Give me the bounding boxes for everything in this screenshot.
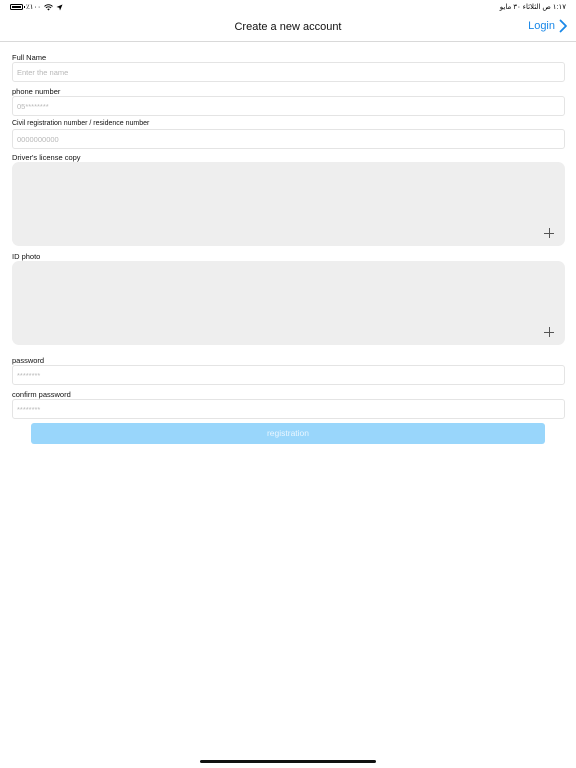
nav-bar: Create a new account Login xyxy=(0,14,576,42)
license-copy-upload[interactable] xyxy=(12,162,565,246)
home-indicator xyxy=(200,760,376,763)
plus-icon xyxy=(544,228,554,238)
phone-label: phone number xyxy=(12,87,61,96)
full-name-input[interactable] xyxy=(12,62,565,82)
status-bar: ٪١٠٠ ١:١٧ ص الثلاثاء ٣٠ مايو xyxy=(0,0,576,14)
confirm-password-label: confirm password xyxy=(12,390,71,399)
battery-percent: ٪١٠٠ xyxy=(26,4,42,11)
civil-id-label: Civil registration number / residence nu… xyxy=(12,120,150,127)
civil-id-input[interactable] xyxy=(12,129,565,149)
status-left: ٪١٠٠ xyxy=(10,3,63,11)
login-button[interactable]: Login xyxy=(528,19,568,33)
id-photo-label: ID photo xyxy=(12,252,41,261)
license-copy-label: Driver's license copy xyxy=(12,153,81,162)
phone-input[interactable] xyxy=(12,96,565,116)
wifi-icon xyxy=(44,3,53,10)
plus-icon xyxy=(544,327,554,337)
id-photo-upload[interactable] xyxy=(12,261,565,345)
registration-button[interactable]: registration xyxy=(31,423,545,444)
password-label: password xyxy=(12,356,45,365)
chevron-right-icon xyxy=(559,19,567,33)
confirm-password-input[interactable] xyxy=(12,399,565,419)
login-label: Login xyxy=(528,20,555,32)
location-arrow-icon xyxy=(56,4,63,10)
page-title: Create a new account xyxy=(234,21,342,33)
status-time-date: ١:١٧ ص الثلاثاء ٣٠ مايو xyxy=(499,4,566,11)
password-input[interactable] xyxy=(12,365,565,385)
full-name-label: Full Name xyxy=(12,53,47,62)
battery-icon xyxy=(10,4,25,10)
